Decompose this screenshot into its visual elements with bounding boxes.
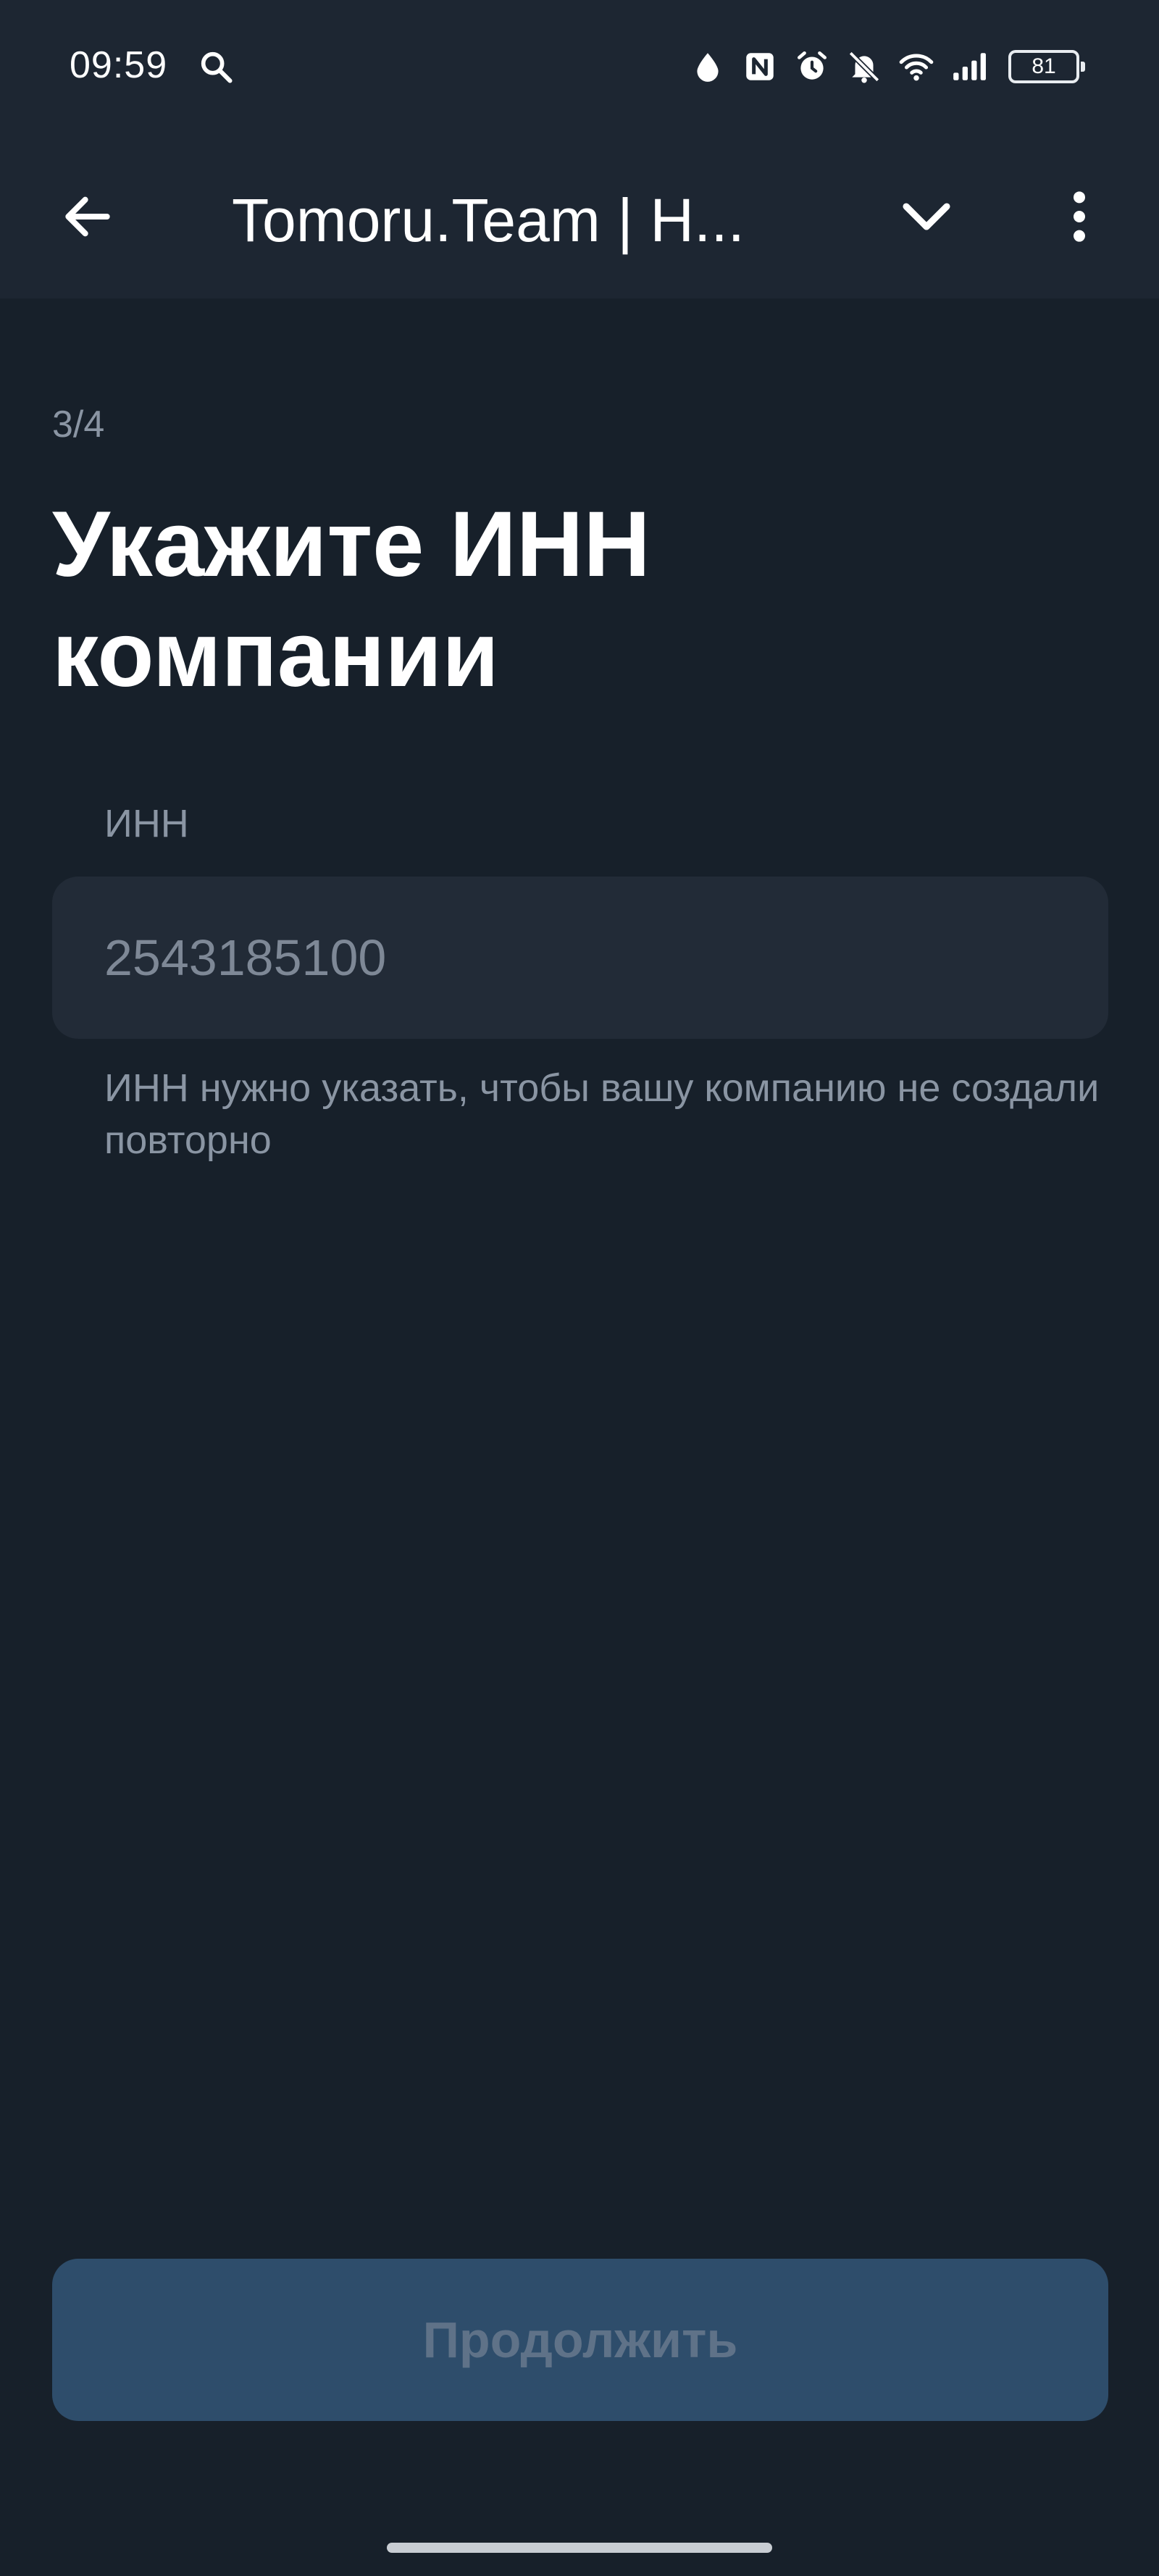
inn-hint: ИНН нужно указать, чтобы вашу компанию н… [104, 1066, 1100, 1162]
status-time: 09:59 [70, 44, 168, 86]
more-menu-button[interactable] [1043, 177, 1116, 256]
app-bar: Tomoru.Team | Н... [0, 138, 1159, 298]
chevron-down-icon [903, 203, 950, 230]
arrow-left-icon [65, 196, 110, 237]
status-icons: 81 [690, 45, 1085, 88]
bell-muted-icon [848, 51, 880, 83]
inn-label: ИНН [104, 802, 189, 845]
continue-button[interactable]: Продолжить [52, 2259, 1108, 2421]
drop-icon [697, 53, 719, 82]
nfc-icon [746, 53, 774, 80]
step-indicator: 3/4 [52, 403, 105, 446]
more-vertical-icon [1074, 191, 1085, 242]
signal-icon [953, 53, 986, 80]
battery-level: 81 [1032, 54, 1056, 78]
app-title: Tomoru.Team | Н... [232, 186, 745, 254]
search-icon [201, 51, 233, 83]
battery-icon: 81 [1008, 50, 1085, 83]
back-button[interactable] [48, 177, 127, 256]
inn-input[interactable] [52, 877, 1108, 1039]
wifi-icon [899, 54, 934, 81]
alarm-icon [798, 51, 827, 80]
status-bar: 09:59 81 [0, 0, 1159, 138]
expand-button[interactable] [887, 177, 966, 256]
home-indicator[interactable] [387, 2543, 772, 2553]
page-title: Укажите ИНН компании [52, 493, 650, 706]
